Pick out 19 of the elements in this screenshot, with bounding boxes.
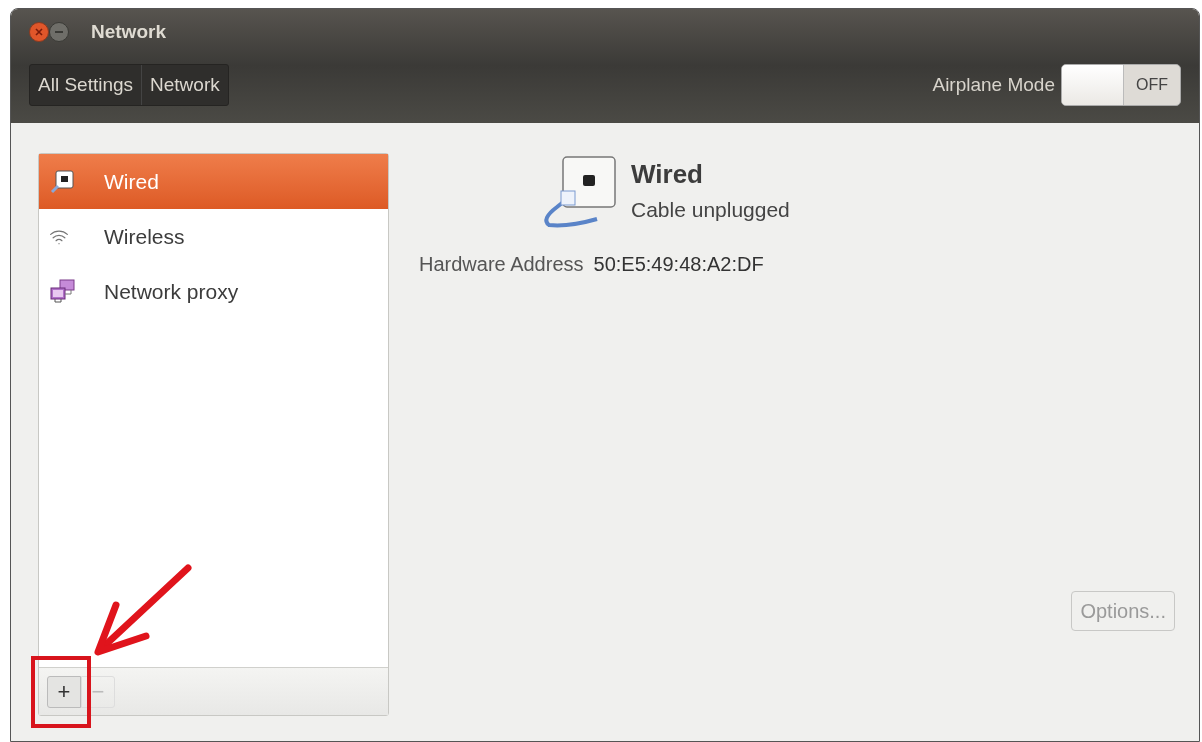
sidebar-item[interactable]: Wireless bbox=[39, 209, 388, 264]
sidebar-item[interactable]: Network proxy bbox=[39, 264, 388, 319]
field-label: Hardware Address bbox=[419, 252, 584, 277]
airplane-mode-label: Airplane Mode bbox=[932, 72, 1055, 97]
highlight-frame bbox=[31, 656, 91, 728]
field-value: 50:E5:49:48:A2:DF bbox=[593, 252, 764, 277]
x-icon bbox=[35, 28, 43, 36]
connection-title: Wired bbox=[631, 158, 704, 191]
minus-icon bbox=[55, 31, 63, 33]
ethernet-port-icon bbox=[49, 168, 75, 195]
breadcrumb-button[interactable]: All Settings bbox=[30, 65, 142, 105]
computers-icon bbox=[49, 277, 77, 306]
minimize-button[interactable] bbox=[49, 22, 69, 42]
add-button[interactable]: + bbox=[47, 675, 81, 708]
airplane-mode-switch[interactable]: OFF bbox=[1061, 64, 1181, 106]
connection-status: Cable unplugged bbox=[631, 197, 790, 223]
breadcrumb-button[interactable]: Network bbox=[141, 65, 228, 105]
window-title: Network bbox=[91, 19, 166, 44]
close-button[interactable] bbox=[29, 22, 49, 42]
